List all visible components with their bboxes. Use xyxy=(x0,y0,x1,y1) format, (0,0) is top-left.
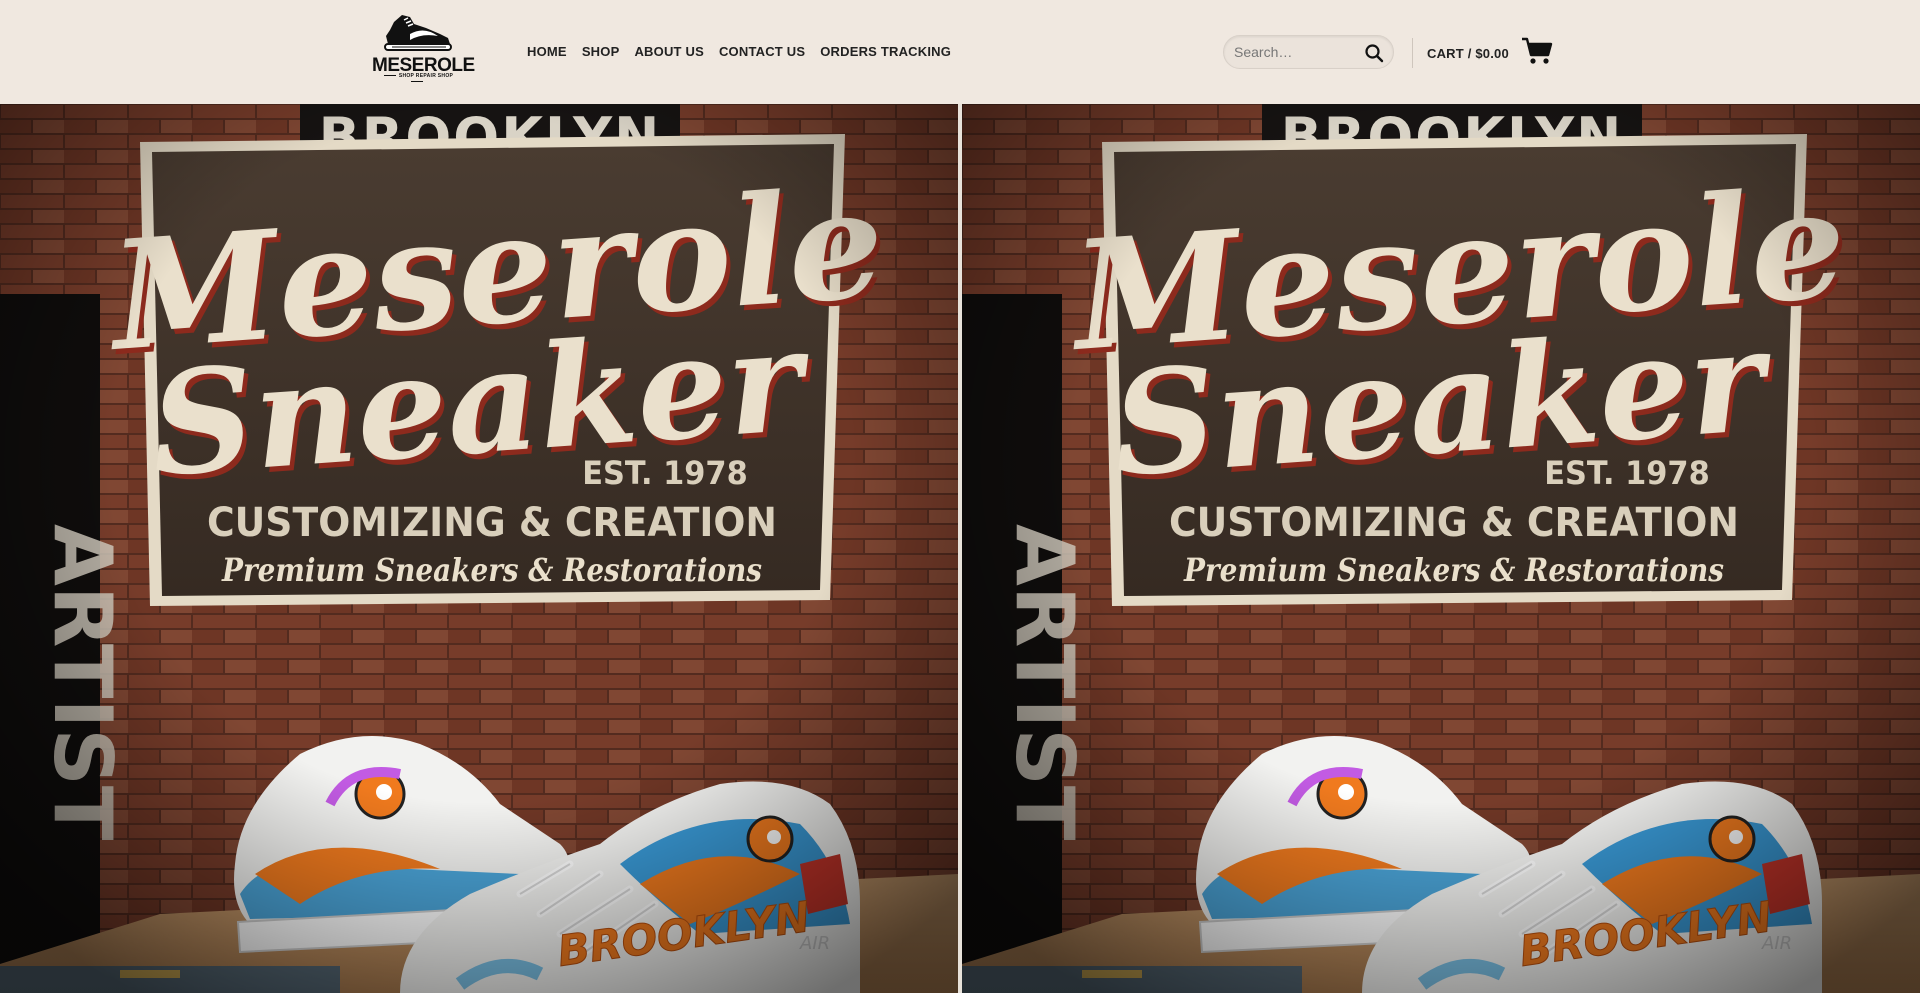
hero-photo: BROOKLYN ARTIST Meserole Meserole Sneake… xyxy=(0,104,958,993)
cart-label: CART / $0.00 xyxy=(1427,46,1509,61)
hero-banner: BROOKLYN ARTIST Meserole Meserole Sneake… xyxy=(0,104,1920,993)
sneaker-logo-icon xyxy=(384,15,452,51)
header-divider xyxy=(1412,38,1413,68)
main-nav: HOME SHOP ABOUT US CONTACT US ORDERS TRA… xyxy=(527,44,951,59)
hero-image-right[interactable]: BROOKLYN ARTIST Meserole Meserole Sneake… xyxy=(962,104,1920,993)
hero-image-left[interactable]: BROOKLYN ARTIST Meserole Meserole Sneake… xyxy=(0,104,958,993)
nav-home[interactable]: HOME xyxy=(527,44,567,59)
nav-orders-tracking[interactable]: ORDERS TRACKING xyxy=(820,44,951,59)
nav-about-us[interactable]: ABOUT US xyxy=(634,44,704,59)
site-logo[interactable]: MESEROLE SHOP REPAIR SHOP xyxy=(372,12,475,85)
cart-icon xyxy=(1521,36,1553,71)
cart-link[interactable]: CART / $0.00 xyxy=(1427,36,1553,71)
search-icon[interactable] xyxy=(1364,43,1384,63)
nav-shop[interactable]: SHOP xyxy=(582,44,620,59)
search-box xyxy=(1223,35,1394,69)
logo-tagline: SHOP REPAIR SHOP xyxy=(372,73,462,85)
hero-photo: BROOKLYN ARTIST Meserole Meserole Sneake… xyxy=(962,104,1920,993)
site-header: MESEROLE SHOP REPAIR SHOP HOME SHOP ABOU… xyxy=(0,0,1920,104)
nav-contact-us[interactable]: CONTACT US xyxy=(719,44,805,59)
search-input[interactable] xyxy=(1234,36,1364,68)
